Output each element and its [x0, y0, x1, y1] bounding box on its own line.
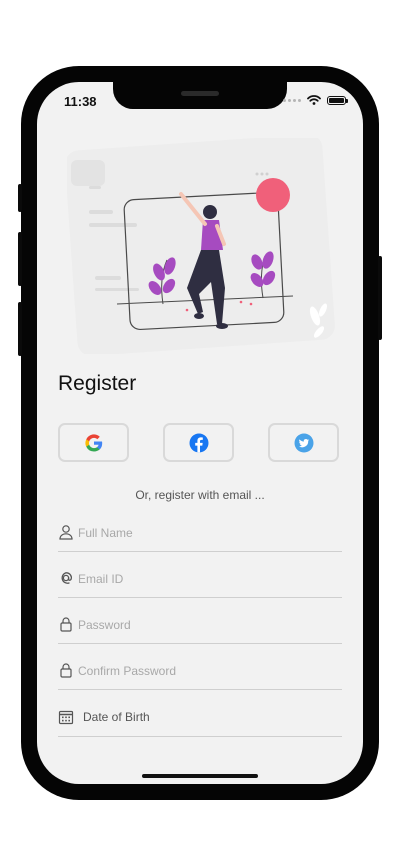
password-input[interactable]	[78, 614, 328, 636]
silent-switch	[18, 184, 22, 212]
full-name-input[interactable]	[78, 522, 328, 544]
facebook-icon	[189, 433, 208, 452]
google-icon	[84, 433, 102, 452]
status-icons	[283, 95, 348, 105]
page-title: Register	[58, 372, 137, 395]
password-field[interactable]	[58, 614, 342, 644]
calendar-icon	[58, 710, 74, 725]
power-button	[378, 256, 382, 340]
volume-down-button	[18, 302, 22, 356]
email-field[interactable]	[58, 568, 342, 598]
confirm-password-field[interactable]	[58, 660, 342, 690]
full-name-field[interactable]	[58, 522, 342, 552]
google-sign-in-button[interactable]	[58, 423, 129, 462]
twitter-icon	[294, 433, 313, 452]
email-input[interactable]	[78, 568, 328, 590]
facebook-sign-in-button[interactable]	[163, 423, 234, 462]
confirm-password-input[interactable]	[78, 660, 328, 682]
signal-icon	[283, 98, 301, 102]
lock-icon	[60, 663, 72, 678]
email-divider-text: Or, register with email ...	[135, 488, 265, 502]
home-indicator[interactable]	[142, 774, 258, 778]
person-icon	[59, 525, 73, 540]
phone-screen: 11:38 Register Or, register with email .…	[37, 82, 363, 784]
status-time: 11:38	[64, 94, 97, 109]
twitter-sign-in-button[interactable]	[268, 423, 339, 462]
lock-icon	[60, 617, 72, 632]
wifi-icon	[307, 95, 321, 105]
at-sign-icon	[61, 572, 72, 584]
date-of-birth-label[interactable]: Date of Birth	[83, 710, 150, 724]
battery-icon	[327, 95, 348, 105]
volume-up-button	[18, 232, 22, 286]
register-illustration	[67, 138, 335, 354]
speaker-grille	[181, 91, 219, 96]
date-of-birth-field[interactable]: Date of Birth	[58, 707, 342, 737]
